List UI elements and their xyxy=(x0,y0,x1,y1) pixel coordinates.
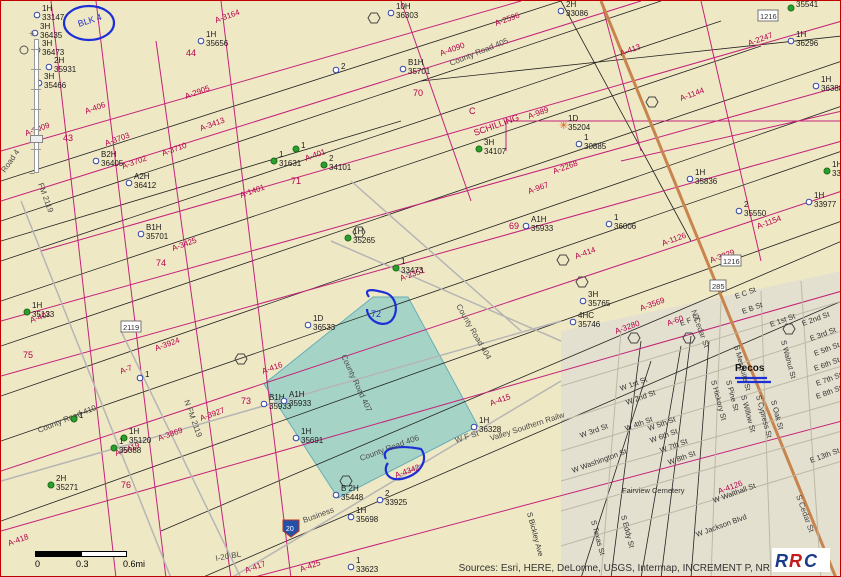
well-marker[interactable] xyxy=(392,264,400,272)
well-marker[interactable] xyxy=(569,318,577,326)
well-marker[interactable] xyxy=(344,234,352,242)
scale-segment xyxy=(35,551,81,557)
svg-text:R: R xyxy=(775,551,788,571)
well-marker[interactable] xyxy=(579,297,587,305)
scale-label: 0.3 xyxy=(76,559,89,569)
well-marker[interactable] xyxy=(735,207,743,215)
well-marker[interactable] xyxy=(125,179,133,187)
scale-label: 0 xyxy=(35,559,41,569)
svg-text:70: 70 xyxy=(413,88,423,98)
zoom-out-button[interactable]: − xyxy=(29,169,35,180)
shield-label: 285 xyxy=(712,282,725,291)
shield-label: 1216 xyxy=(760,12,777,21)
well-label: 35541 xyxy=(796,1,819,9)
well-marker[interactable] xyxy=(270,157,278,165)
well-marker[interactable] xyxy=(320,161,328,169)
well-marker[interactable] xyxy=(92,157,100,165)
scale-label: 0.6mi xyxy=(123,559,146,569)
well-marker[interactable] xyxy=(399,65,407,73)
well-marker[interactable] xyxy=(522,222,530,230)
zoom-tick xyxy=(31,89,41,90)
well-marker[interactable] xyxy=(23,308,31,316)
street-label: Fairview Cemetery xyxy=(622,486,685,495)
zoom-tick xyxy=(31,149,41,150)
zoom-tick xyxy=(31,129,41,130)
well-marker[interactable] xyxy=(347,563,355,571)
city-label[interactable]: Pecos xyxy=(735,363,765,374)
svg-text:73: 73 xyxy=(241,396,251,406)
well-marker[interactable] xyxy=(605,220,613,228)
svg-text:43: 43 xyxy=(63,133,73,143)
zoom-tick xyxy=(31,109,41,110)
well-marker[interactable] xyxy=(332,66,340,74)
svg-text:76: 76 xyxy=(121,480,131,490)
well-label: 1 xyxy=(79,411,84,420)
well-marker[interactable] xyxy=(137,230,145,238)
svg-text:69: 69 xyxy=(509,221,519,231)
svg-text:44: 44 xyxy=(186,48,196,58)
zoom-tick xyxy=(31,49,41,50)
svg-text:71: 71 xyxy=(291,176,301,186)
well-marker[interactable] xyxy=(805,198,813,206)
well-marker[interactable] xyxy=(475,145,483,153)
map-canvas[interactable]: BLK 4 72 44 43 70 71 69 74 73 75 76 C SC… xyxy=(1,1,841,577)
well-label: 1 xyxy=(145,370,150,379)
well-marker[interactable] xyxy=(686,175,694,183)
shield-label: 2119 xyxy=(123,323,139,332)
well-marker[interactable] xyxy=(812,82,820,90)
well-marker[interactable] xyxy=(347,513,355,521)
rrc-logo: R R C xyxy=(772,548,830,572)
well-marker[interactable] xyxy=(33,11,41,19)
well-marker[interactable] xyxy=(470,423,478,431)
well-label: 1H33142 xyxy=(832,160,841,178)
svg-text:R: R xyxy=(789,551,802,571)
zoom-track[interactable] xyxy=(34,39,39,173)
map-view[interactable]: BLK 4 72 44 43 70 71 69 74 73 75 76 C SC… xyxy=(0,0,841,577)
well-marker[interactable] xyxy=(557,7,565,15)
well-marker[interactable] xyxy=(575,140,583,148)
scale-bar: 0 0.3 0.6mi xyxy=(35,549,175,573)
well-marker[interactable] xyxy=(197,37,205,45)
well-marker[interactable] xyxy=(136,374,144,382)
well-marker[interactable] xyxy=(292,434,300,442)
zoom-thumb[interactable] xyxy=(30,135,43,143)
zoom-tick xyxy=(31,69,41,70)
well-marker[interactable] xyxy=(110,444,118,452)
shield-label: 1216 xyxy=(723,257,740,266)
well-marker[interactable] xyxy=(260,400,268,408)
well-marker[interactable] xyxy=(376,496,384,504)
zoom-slider[interactable] xyxy=(30,39,43,173)
well-marker[interactable] xyxy=(304,321,312,329)
shield-label: 20 xyxy=(286,526,294,533)
well-marker[interactable] xyxy=(787,4,795,12)
well-marker[interactable] xyxy=(387,9,395,17)
svg-text:C: C xyxy=(469,106,476,116)
well-marker[interactable] xyxy=(47,481,55,489)
svg-text:75: 75 xyxy=(23,350,33,360)
well-marker[interactable] xyxy=(70,415,78,423)
well-marker[interactable] xyxy=(332,491,340,499)
well-marker[interactable] xyxy=(280,397,288,405)
block-number-annotation: 72 xyxy=(371,309,381,319)
scale-segment xyxy=(81,551,127,557)
well-marker[interactable] xyxy=(787,37,795,45)
svg-text:C: C xyxy=(804,551,818,571)
well-marker[interactable] xyxy=(45,63,53,71)
well-label: 2 xyxy=(341,62,346,71)
well-marker[interactable] xyxy=(292,145,300,153)
well-marker[interactable]: ✳ xyxy=(559,120,568,132)
svg-text:74: 74 xyxy=(156,258,166,268)
well-marker[interactable] xyxy=(823,167,831,175)
map-attribution[interactable]: Sources: Esri, HERE, DeLorme, USGS, Inte… xyxy=(459,563,770,574)
well-label: 1 xyxy=(301,141,306,150)
